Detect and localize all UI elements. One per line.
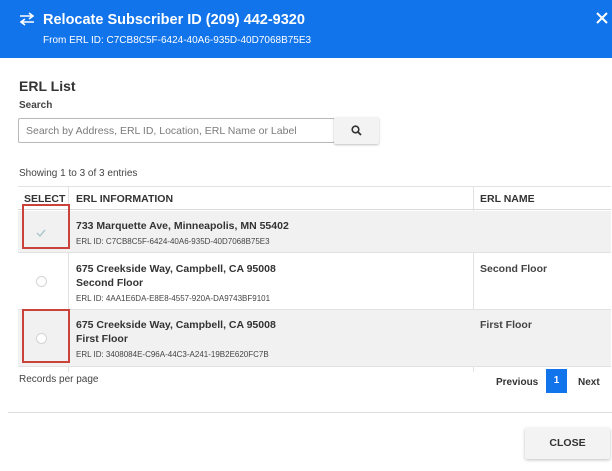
previous-page-button[interactable]: Previous [496,377,538,388]
select-radio[interactable] [36,276,47,287]
erl-address: 675 Creekside Way, Campbell, CA 95008 [76,319,276,331]
erl-address: 675 Creekside Way, Campbell, CA 95008 [76,263,276,275]
erl-location: Second Floor [76,277,144,289]
close-button[interactable]: CLOSE [525,428,610,459]
erl-name: Second Floor [480,263,548,275]
dialog-subtitle: From ERL ID: C7CB8C5F-6424-40A6-935D-40D… [43,35,312,46]
entries-info: Showing 1 to 3 of 3 entries [19,168,138,179]
table-row[interactable]: 675 Creekside Way, Campbell, CA 95008 Fi… [18,309,611,367]
erl-location: First Floor [76,333,128,345]
select-radio[interactable] [36,333,47,344]
dialog-title: Relocate Subscriber ID (209) 442-9320 [43,12,305,28]
erl-address: 733 Marquette Ave, Minneapolis, MN 55402 [76,220,289,232]
search-icon [351,125,362,136]
section-title: ERL List [19,78,76,94]
next-page-button[interactable]: Next [578,377,600,388]
column-header-erl-name: ERL NAME [480,193,535,205]
table-row[interactable]: 675 Creekside Way, Campbell, CA 95008 Se… [18,253,611,310]
erl-id: ERL ID: 4AA1E6DA-E8E8-4557-920A-DA9743BF… [76,294,271,303]
check-icon[interactable] [36,228,46,238]
page-1-button[interactable]: 1 [546,369,567,393]
table-header: SELECT ERL INFORMATION ERL NAME [18,186,611,210]
table-row[interactable]: 733 Marquette Ave, Minneapolis, MN 55402… [18,204,611,253]
search-button[interactable] [334,117,379,144]
search-input[interactable] [18,118,335,143]
swap-arrows-icon [19,12,35,26]
close-icon[interactable] [596,12,608,24]
column-header-erl-information: ERL INFORMATION [76,193,174,205]
erl-name: First Floor [480,319,532,331]
erl-id: ERL ID: C7CB8C5F-6424-40A6-935D-40D7068B… [76,237,270,246]
footer-divider [8,412,612,413]
erl-id: ERL ID: 3408084E-C96A-44C3-A241-19B2E620… [76,350,269,359]
dialog-header: Relocate Subscriber ID (209) 442-9320 Fr… [0,0,612,58]
records-per-page-label: Records per page [19,374,99,385]
search-label: Search [19,100,53,111]
selection-highlight [22,204,70,249]
